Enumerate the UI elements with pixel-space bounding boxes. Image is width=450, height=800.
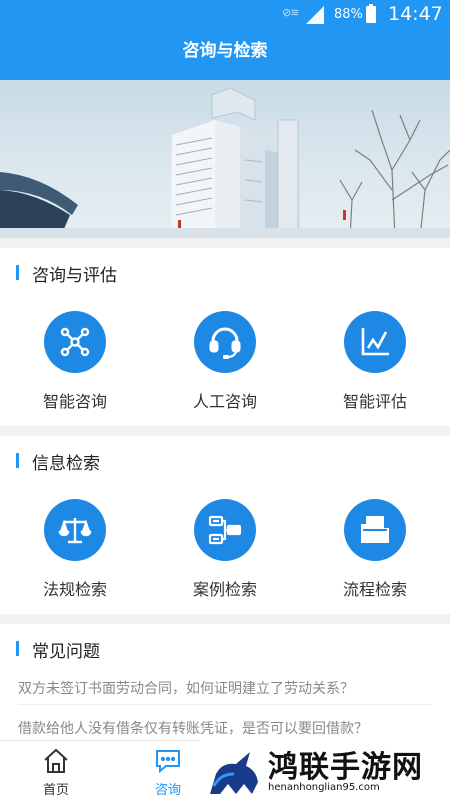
tab-home[interactable]: 首页 xyxy=(21,741,91,800)
smart-assess-button[interactable]: 智能评估 xyxy=(300,296,450,416)
headset-icon xyxy=(194,311,256,373)
section-header: 咨询与评估 xyxy=(0,248,450,296)
section-title: 常见问题 xyxy=(32,642,100,662)
faq-section: 常见问题 双方未签订书面劳动合同，如何证明建立了劳动关系？ 借款给他人没有借条仅… xyxy=(0,624,450,740)
item-label: 案例检索 xyxy=(192,580,257,599)
section-title: 咨询与评估 xyxy=(32,266,117,286)
law-search-button[interactable]: 法规检索 xyxy=(0,484,150,604)
section-header: 常见问题 xyxy=(0,624,450,672)
no-signal-icon: ⊘≋ xyxy=(282,6,299,19)
case-search-button[interactable]: 案例检索 xyxy=(150,484,300,604)
section-accent-bar xyxy=(16,641,19,656)
human-consult-button[interactable]: 人工咨询 xyxy=(150,296,300,416)
scales-icon xyxy=(44,499,106,561)
search-section: 信息检索 法规检索 案例检索 流程检索 xyxy=(0,436,450,614)
battery-percent: 88% xyxy=(334,7,363,22)
item-label: 流程检索 xyxy=(342,580,407,599)
flowchart-icon xyxy=(194,499,256,561)
watermark-logo xyxy=(206,744,262,800)
section-header: 信息检索 xyxy=(0,436,450,484)
line-chart-icon xyxy=(344,311,406,373)
network-icon xyxy=(44,311,106,373)
section-title: 信息检索 xyxy=(32,454,100,474)
tab-label: 首页 xyxy=(42,783,69,798)
home-icon xyxy=(42,747,70,779)
faq-item[interactable]: 借款给他人没有借条仅有转账凭证，是否可以要回借款？ xyxy=(18,718,368,738)
tab-consult[interactable]: 咨询 xyxy=(133,741,203,800)
faq-item[interactable]: 双方未签订书面劳动合同，如何证明建立了劳动关系？ xyxy=(18,678,354,698)
item-label: 法规检索 xyxy=(42,580,107,599)
page-title: 咨询与检索 xyxy=(0,30,450,80)
banner-image xyxy=(0,80,450,238)
item-label: 人工咨询 xyxy=(192,392,257,411)
watermark: 鸿联手游网 henanhonglian95.com xyxy=(200,740,450,800)
watermark-title: 鸿联手游网 xyxy=(268,750,423,785)
status-bar: ⊘≋ 88% 14:47 xyxy=(0,0,450,30)
smart-consult-button[interactable]: 智能咨询 xyxy=(0,296,150,416)
watermark-url: henanhonglian95.com xyxy=(268,782,380,793)
divider xyxy=(18,704,432,705)
folder-icon xyxy=(344,499,406,561)
consult-section: 咨询与评估 智能咨询 人工咨询 智能评估 xyxy=(0,248,450,426)
signal-icon xyxy=(306,6,324,24)
section-accent-bar xyxy=(16,453,19,468)
item-label: 智能评估 xyxy=(342,392,407,411)
process-search-button[interactable]: 流程检索 xyxy=(300,484,450,604)
chat-icon xyxy=(154,747,182,779)
battery-icon xyxy=(366,4,376,23)
section-accent-bar xyxy=(16,265,19,280)
tab-label: 咨询 xyxy=(154,783,181,798)
clock: 14:47 xyxy=(388,3,443,25)
item-label: 智能咨询 xyxy=(42,392,107,411)
